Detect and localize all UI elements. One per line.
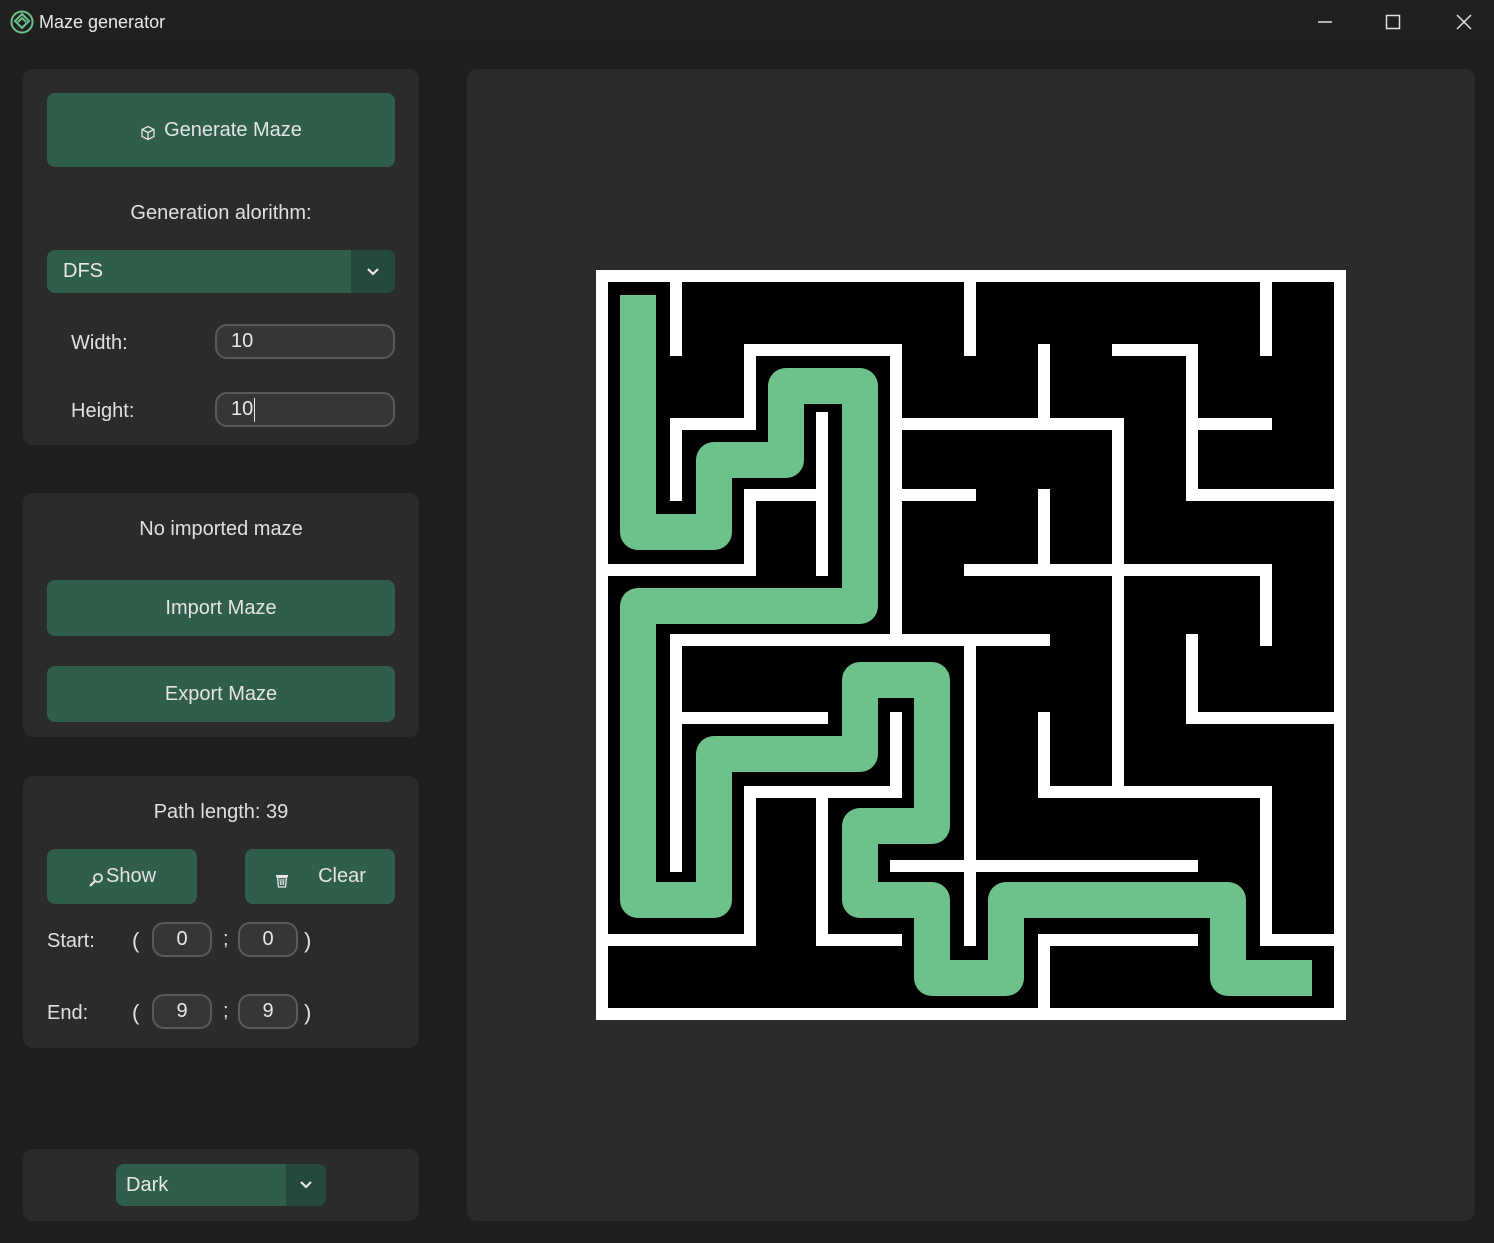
close-icon	[1456, 14, 1472, 30]
maze-app-icon	[10, 10, 34, 34]
appearance-panel: Dark	[23, 1149, 419, 1221]
title-bar: Maze generator	[0, 0, 1494, 45]
theme-select[interactable]: Dark	[116, 1164, 326, 1206]
show-path-button[interactable]: Show	[47, 849, 197, 904]
end-separator: ;	[223, 1000, 229, 1022]
import-export-panel: No imported maze Import Maze Export Maze	[23, 493, 419, 737]
start-label: Start:	[47, 930, 95, 952]
text-cursor	[254, 397, 256, 422]
maximize-icon	[1385, 14, 1401, 30]
magnifier-icon	[89, 872, 103, 887]
minimize-button[interactable]	[1290, 0, 1360, 44]
export-maze-label: Export Maze	[164, 682, 278, 705]
window-title: Maze generator	[39, 12, 166, 32]
width-label: Width:	[71, 332, 128, 354]
clear-path-button[interactable]: Clear	[245, 849, 395, 904]
start-separator: ;	[223, 928, 229, 950]
width-field[interactable]: 10	[215, 324, 395, 359]
import-maze-label: Import Maze	[165, 596, 277, 619]
width-value: 10	[231, 330, 254, 352]
trash-icon	[276, 874, 289, 888]
start-close-paren: )	[304, 928, 312, 953]
end-x-value: 9	[176, 1000, 188, 1022]
cube-icon	[141, 125, 155, 141]
start-open-paren: (	[132, 928, 140, 953]
height-value: 10	[231, 398, 254, 420]
close-button[interactable]	[1429, 0, 1494, 44]
algorithm-select[interactable]: DFS	[47, 250, 395, 293]
end-y-value: 9	[262, 1000, 274, 1022]
end-y-field[interactable]: 9	[238, 994, 298, 1029]
export-maze-button[interactable]: Export Maze	[47, 666, 395, 722]
path-panel: Path length: 39 Show Clear Start: ( 0 ; …	[23, 776, 419, 1048]
start-x-field[interactable]: 0	[152, 922, 212, 957]
algorithm-label: Generation alorithm:	[130, 202, 312, 224]
minimize-icon	[1318, 21, 1332, 23]
end-close-paren: )	[304, 1000, 312, 1025]
end-x-field[interactable]: 9	[152, 994, 212, 1029]
algorithm-value: DFS	[63, 260, 103, 282]
import-status: No imported maze	[139, 518, 303, 540]
start-y-field[interactable]: 0	[238, 922, 298, 957]
import-maze-button[interactable]: Import Maze	[47, 580, 395, 636]
path-length: Path length: 39	[153, 801, 289, 823]
maze-canvas[interactable]	[596, 270, 1346, 1020]
generation-panel: Generate Maze Generation alorithm: DFS W…	[23, 69, 419, 445]
maximize-button[interactable]	[1358, 0, 1428, 44]
start-x-value: 0	[176, 928, 188, 950]
start-y-value: 0	[262, 928, 274, 950]
generate-maze-button[interactable]: Generate Maze	[47, 93, 395, 167]
clear-path-label: Clear	[318, 865, 366, 887]
height-label: Height:	[71, 400, 135, 422]
end-open-paren: (	[132, 1000, 140, 1025]
show-path-label: Show	[105, 865, 157, 887]
end-label: End:	[47, 1002, 89, 1024]
chevron-down-icon[interactable]	[286, 1164, 326, 1206]
generate-maze-label: Generate Maze	[164, 118, 302, 141]
theme-value: Dark	[126, 1173, 169, 1196]
height-field[interactable]: 10	[215, 392, 395, 427]
chevron-down-icon[interactable]	[351, 250, 395, 293]
